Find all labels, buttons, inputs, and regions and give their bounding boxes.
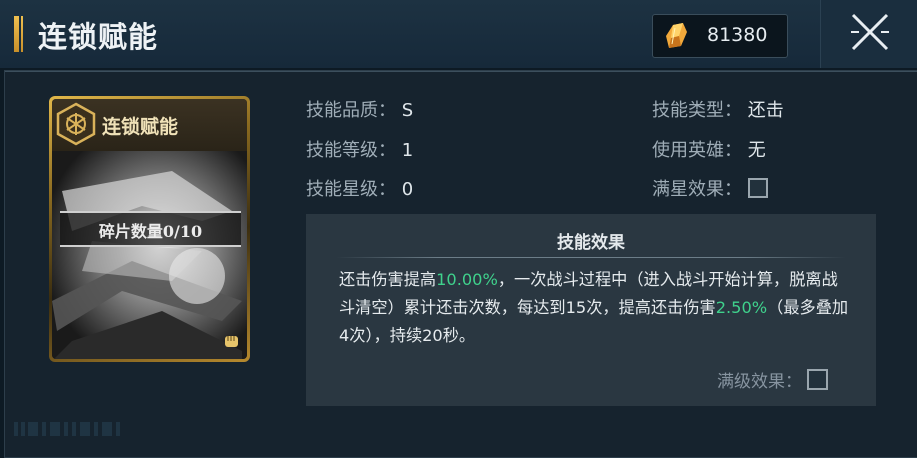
- currency-display[interactable]: 81380: [652, 14, 788, 58]
- skill-star-value: 0: [401, 179, 414, 200]
- full-level-row: 满级效果：: [717, 367, 829, 392]
- title-accent-mark: [14, 16, 23, 52]
- skill-type-label: 技能类型：: [652, 100, 742, 121]
- page-title: 连锁赋能: [38, 20, 159, 54]
- skill-level-value: 1: [401, 140, 414, 161]
- skill-level-label: 技能等级：: [306, 140, 396, 161]
- full-star-row: 满星效果：: [652, 175, 768, 201]
- currency-value: 81380: [707, 24, 768, 46]
- skill-artwork-image: [52, 151, 247, 359]
- skill-type-row: 技能类型： 还击: [652, 96, 784, 122]
- fragment-count-band: 碎片数量0/10: [60, 211, 241, 247]
- effect-highlight-2: 2.50%: [715, 298, 768, 317]
- skill-card-title: 连锁赋能: [102, 116, 179, 138]
- effect-divider: [336, 257, 846, 258]
- skill-star-row: 技能星级： 0: [306, 175, 413, 201]
- skill-quality-value: S: [401, 100, 414, 121]
- skill-card-header: 连锁赋能: [52, 99, 247, 151]
- hexagon-emblem-icon: [56, 102, 96, 146]
- skill-card[interactable]: 连锁赋能 碎片数量0/10: [49, 96, 250, 362]
- skill-quality-label: 技能品质：: [306, 100, 396, 121]
- effect-highlight-1: 10.00%: [436, 270, 498, 289]
- fragment-count: 碎片数量0/10: [98, 222, 203, 241]
- header-bar: 连锁赋能 81380: [0, 0, 917, 68]
- full-star-label: 满星效果：: [652, 179, 742, 200]
- skill-quality-row: 技能品质： S: [306, 96, 413, 122]
- skill-effect-box: 技能效果 还击伤害提高10.00%，一次战斗过程中（进入战斗开始计算，脱离战斗清…: [306, 214, 876, 406]
- effect-text-seg1: 还击伤害提高: [339, 270, 437, 289]
- hero-row: 使用英雄： 无: [652, 136, 766, 162]
- fist-icon: [225, 336, 238, 347]
- full-star-checkbox[interactable]: [747, 178, 768, 198]
- full-level-label: 满级效果：: [717, 372, 802, 392]
- skill-effect-title: 技能效果: [557, 233, 625, 253]
- close-button[interactable]: [820, 0, 917, 68]
- skill-level-row: 技能等级： 1: [306, 136, 413, 162]
- skill-effect-description: 还击伤害提高10.00%，一次战斗过程中（进入战斗开始计算，脱离战斗清空）累计还…: [339, 266, 849, 350]
- skill-star-label: 技能星级：: [306, 179, 396, 200]
- bottom-decoration: [14, 422, 120, 436]
- full-level-checkbox[interactable]: [807, 369, 829, 390]
- close-x-icon: [851, 13, 889, 51]
- hero-label: 使用英雄：: [652, 140, 742, 161]
- hero-value: 无: [747, 140, 766, 161]
- gold-crystal-icon: [666, 23, 687, 48]
- skill-type-value: 还击: [747, 100, 784, 121]
- panel-divider: [5, 71, 917, 72]
- skill-card-inner: 连锁赋能 碎片数量0/10: [52, 99, 247, 359]
